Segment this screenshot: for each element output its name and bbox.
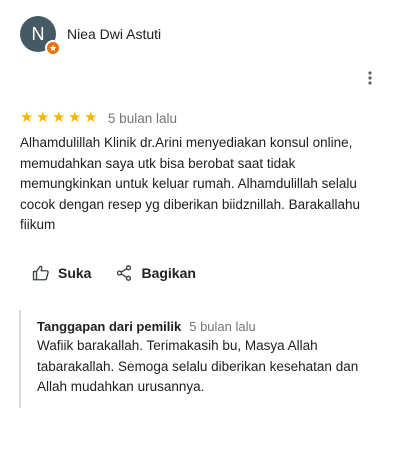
rating-row: ★ ★ ★ ★ ★ 5 bulan lalu [20,110,177,126]
star-icon: ★ [20,109,34,126]
reviewer-name[interactable]: Niea Dwi Astuti [67,26,161,42]
review-date: 5 bulan lalu [107,110,177,126]
review-text: Alhamdulillah Klinik dr.Arini menyediaka… [20,135,360,232]
more-options-button[interactable] [358,66,382,90]
star-icon: ★ [83,109,98,126]
star-icon: ★ [35,109,50,126]
owner-response-title: Tanggapan dari pemilik [37,319,182,334]
like-label: Suka [58,265,92,281]
share-button[interactable]: Bagikan [115,264,196,282]
share-icon [117,265,132,281]
reviewer-header: N Niea Dwi Astuti [20,16,161,56]
owner-response-header: Tanggapan dari pemilik 5 bulan lalu [37,319,384,334]
avatar[interactable]: N [20,16,61,56]
avatar-initial: N [31,23,45,44]
local-guide-badge-icon [45,40,61,56]
like-button[interactable]: Suka [32,264,91,282]
star-icon: ★ [51,109,66,126]
owner-response-date: 5 bulan lalu [189,319,256,334]
thumbs-up-icon [32,265,49,281]
star-rating: ★ ★ ★ ★ ★ [20,110,100,126]
share-label: Bagikan [141,265,196,281]
owner-response: Tanggapan dari pemilik 5 bulan lalu Wafi… [19,310,384,408]
owner-response-text: Wafiik barakallah. Terimakasih bu, Masya… [37,338,359,394]
review-actions: Suka Bagikan [32,264,220,282]
star-icon: ★ [67,109,82,126]
more-vert-icon [368,71,372,85]
